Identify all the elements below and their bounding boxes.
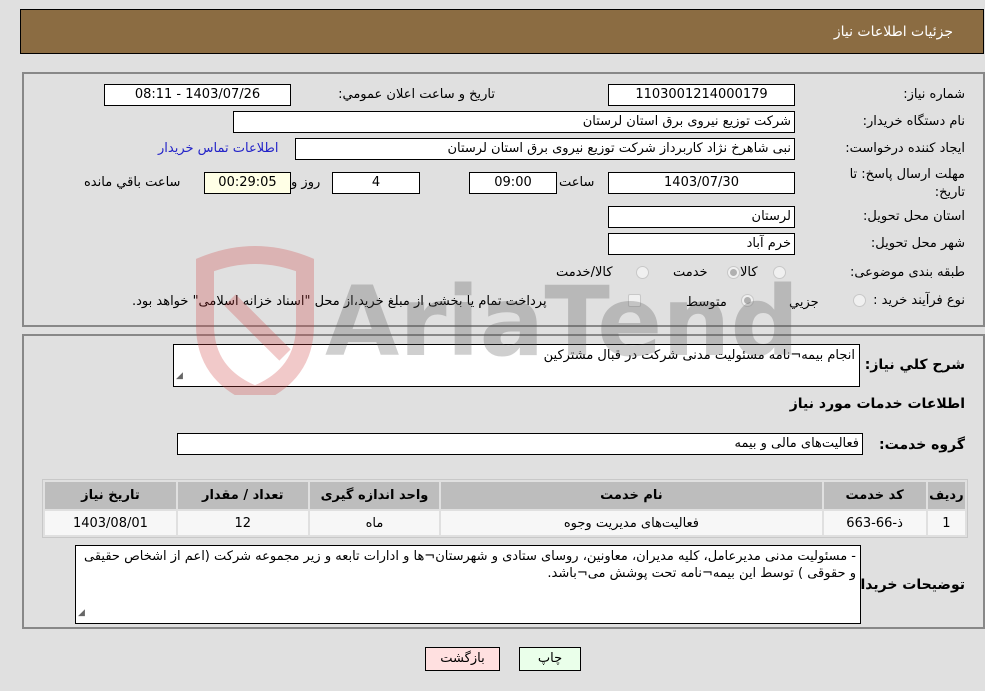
category-radio-goods[interactable] xyxy=(773,266,786,279)
remaining-days-field: 4 xyxy=(332,172,420,194)
resize-grip-icon[interactable]: ◢ xyxy=(78,605,85,622)
buyer-notes-text: - مسئولیت مدنی مدیرعامل، کلیه مدیران، مع… xyxy=(83,549,856,581)
resize-grip-icon[interactable]: ◢ xyxy=(176,368,183,385)
col-header-quantity: تعداد / مقدار xyxy=(177,482,308,509)
deadline-label-line1: مهلت ارسال پاسخ: تا xyxy=(849,167,965,182)
remaining-time-label: ساعت باقي مانده xyxy=(84,175,181,190)
deadline-time-label: ساعت xyxy=(559,175,595,190)
cell-quantity: 12 xyxy=(177,511,308,535)
buyer-org-label: نام دستگاه خريدار: xyxy=(862,114,965,129)
category-option-goods-service: کالا/خدمت xyxy=(556,265,613,280)
col-header-need-date: تاريخ نياز xyxy=(45,482,176,509)
cell-service-code: ذ-66-663 xyxy=(823,511,926,535)
category-option-goods: کالا xyxy=(740,265,758,280)
summary-textarea[interactable]: انجام بیمه¬نامه مسئولیت مدنی شرکت در قبا… xyxy=(173,344,860,387)
col-header-row-number: رديف xyxy=(927,482,965,509)
cell-row-number: 1 xyxy=(927,511,965,535)
cell-service-name: فعالیت‌های مدیریت وجوه xyxy=(441,511,822,535)
services-table: رديف كد خدمت نام خدمت واحد اندازه گيری ت… xyxy=(42,479,968,538)
process-option-minor: جزيي xyxy=(789,295,819,310)
page-header: جزئیات اطلاعات نیاز xyxy=(20,9,984,54)
services-heading: اطلاعات خدمات مورد نياز xyxy=(789,396,965,412)
col-header-service-name: نام خدمت xyxy=(441,482,822,509)
deadline-label-line2: تاريخ: xyxy=(934,185,965,200)
service-group-field: فعالیت‌های مالی و بیمه xyxy=(177,433,863,455)
process-radio-minor[interactable] xyxy=(853,294,866,307)
table-header-row: رديف كد خدمت نام خدمت واحد اندازه گيری ت… xyxy=(45,482,965,509)
city-field: خرم آباد xyxy=(608,233,795,255)
buyer-org-field: شرکت توزیع نیروی برق استان لرستان xyxy=(233,111,795,133)
service-group-label: گروه خدمت: xyxy=(879,437,965,453)
summary-text: انجام بیمه¬نامه مسئولیت مدنی شرکت در قبا… xyxy=(543,348,855,363)
need-details-panel: شرح كلي نياز: انجام بیمه¬نامه مسئولیت مد… xyxy=(22,334,985,629)
creator-field: نبی شاهرخ نژاد کاربرداز شرکت توزیع نیروی… xyxy=(295,138,795,160)
city-label: شهر محل تحویل: xyxy=(870,236,965,251)
deadline-date-field: 1403/07/30 xyxy=(608,172,795,194)
buyer-notes-label: توضيحات خريدار: xyxy=(846,577,965,593)
category-option-service: خدمت xyxy=(673,265,708,280)
need-info-panel: شماره نیاز: 1103001214000179 تاريخ و ساع… xyxy=(22,72,985,327)
category-radio-service[interactable] xyxy=(727,266,740,279)
deadline-time-field: 09:00 xyxy=(469,172,557,194)
process-type-label: نوع فرآیند خرید : xyxy=(873,293,965,308)
cell-need-date: 1403/08/01 xyxy=(45,511,176,535)
cell-unit: ماه xyxy=(309,511,440,535)
remaining-time-field: 00:29:05 xyxy=(204,172,291,194)
treasury-bonds-checkbox[interactable] xyxy=(628,294,641,307)
category-label: طبقه بندی موضوعی: xyxy=(849,265,965,280)
announce-datetime-field: 1403/07/26 - 08:11 xyxy=(104,84,291,106)
days-label: روز و xyxy=(291,175,321,190)
summary-label: شرح كلي نياز: xyxy=(864,357,965,373)
category-radio-goods-service[interactable] xyxy=(636,266,649,279)
announce-datetime-label: تاريخ و ساعت اعلان عمومي: xyxy=(338,87,495,102)
back-button[interactable]: بازگشت xyxy=(425,647,500,671)
need-number-field: 1103001214000179 xyxy=(608,84,795,106)
province-label: استان محل تحویل: xyxy=(863,209,965,224)
page-title: جزئیات اطلاعات نیاز xyxy=(833,24,953,40)
buyer-contact-link[interactable]: اطلاعات تماس خريدار xyxy=(158,141,278,156)
table-row: 1 ذ-66-663 فعالیت‌های مدیریت وجوه ماه 12… xyxy=(45,511,965,535)
print-button[interactable]: چاپ xyxy=(519,647,581,671)
need-number-label: شماره نیاز: xyxy=(903,87,965,102)
col-header-service-code: كد خدمت xyxy=(823,482,926,509)
creator-label: ايجاد کننده درخواست: xyxy=(845,141,965,156)
province-field: لرستان xyxy=(608,206,795,228)
buyer-notes-textarea[interactable]: - مسئولیت مدنی مدیرعامل، کلیه مدیران، مع… xyxy=(75,545,861,624)
col-header-unit: واحد اندازه گيری xyxy=(309,482,440,509)
process-radio-medium[interactable] xyxy=(741,294,754,307)
process-option-medium: متوسط xyxy=(686,295,727,310)
treasury-bonds-label: پرداخت تمام یا بخشی از مبلغ خرید،از محل … xyxy=(132,294,547,309)
